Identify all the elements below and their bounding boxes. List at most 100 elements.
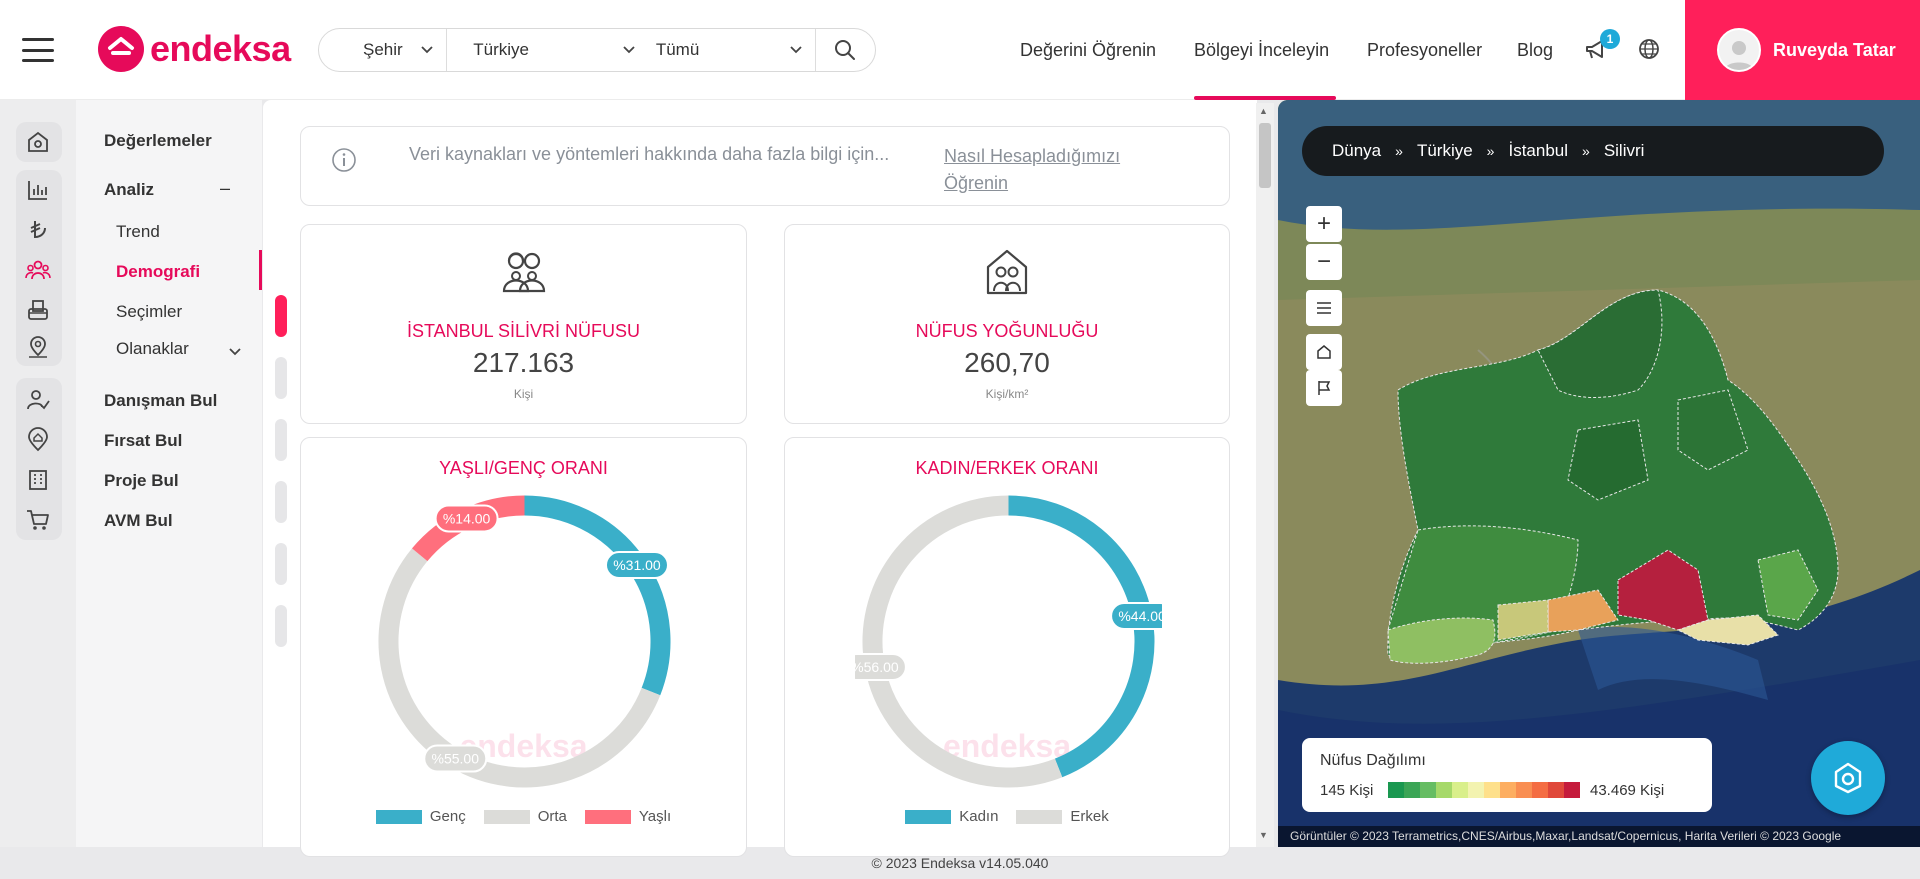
- home-button[interactable]: [1306, 334, 1342, 370]
- house-icon: [1317, 345, 1331, 359]
- section-dot[interactable]: [275, 605, 287, 647]
- gender-donut-chart: %44.00 %56.00: [855, 495, 1162, 788]
- stat-title: İSTANBUL SİLİVRİ NÜFUSU: [406, 321, 641, 341]
- legend-color-step: [1420, 782, 1436, 798]
- menu-find-mall[interactable]: AVM Bul: [104, 511, 173, 531]
- advisor-icon[interactable]: [22, 384, 54, 416]
- section-dot[interactable]: [275, 419, 287, 461]
- globe-icon[interactable]: [1638, 38, 1660, 60]
- chevron-down-icon[interactable]: [228, 344, 242, 358]
- deal-icon[interactable]: [22, 424, 54, 456]
- menu-valuations[interactable]: Değerlemeler: [104, 131, 212, 151]
- cart-icon[interactable]: [22, 504, 54, 536]
- search-type-select[interactable]: Şehir: [319, 29, 446, 71]
- flag-icon: [1318, 381, 1331, 395]
- legend-item[interactable]: Yaşlı: [584, 808, 672, 825]
- nav-link-value[interactable]: Değerini Öğrenin: [1020, 40, 1156, 61]
- donut-slice[interactable]: [1008, 495, 1155, 778]
- donut-data-label: %56.00: [855, 652, 907, 681]
- breadcrumb-item[interactable]: İstanbul: [1508, 141, 1568, 161]
- legend-min: 145 Kişi: [1320, 782, 1374, 799]
- scrollbar[interactable]: [1256, 103, 1274, 847]
- data-label-text: %31.00: [613, 557, 661, 573]
- nav-link-region[interactable]: Bölgeyi İnceleyin: [1194, 40, 1329, 61]
- zoom-in-button[interactable]: +: [1306, 206, 1342, 242]
- legend-color-step: [1404, 782, 1420, 798]
- legend-label: Orta: [537, 808, 567, 825]
- legend-color-step: [1468, 782, 1484, 798]
- search-button[interactable]: [815, 29, 875, 71]
- scope-select[interactable]: Tümü: [648, 29, 815, 71]
- chevron-down-icon: [789, 46, 802, 54]
- legend-item[interactable]: Erkek: [1016, 808, 1109, 825]
- scope-value: Tümü: [655, 40, 700, 59]
- breadcrumb-separator: »: [1486, 143, 1495, 159]
- nav-link-pros[interactable]: Profesyoneller: [1367, 40, 1482, 61]
- menu-find-project[interactable]: Proje Bul: [104, 471, 179, 491]
- chart-title: KADIN/ERKEK ORANI: [915, 458, 1099, 478]
- flag-button[interactable]: [1306, 370, 1342, 406]
- search-icon: [835, 40, 856, 60]
- legend-color-step: [1500, 782, 1516, 798]
- menu-icon[interactable]: [22, 38, 54, 62]
- map-action-button[interactable]: [1811, 741, 1885, 815]
- menu-elections[interactable]: Seçimler: [116, 302, 182, 322]
- scroll-down-icon[interactable]: ▼: [1259, 830, 1268, 840]
- legend-color-step: [1548, 782, 1564, 798]
- user-menu[interactable]: Ruveyda Tatar: [1685, 0, 1920, 100]
- bar-chart-icon[interactable]: [22, 174, 54, 206]
- legend-color-step: [1532, 782, 1548, 798]
- breadcrumb-item[interactable]: Silivri: [1604, 141, 1645, 161]
- legend-label: Kadın: [959, 808, 999, 825]
- donut-data-label: %31.00: [604, 551, 669, 580]
- section-dot[interactable]: [275, 481, 287, 523]
- layers-button[interactable]: [1306, 290, 1342, 326]
- building-icon[interactable]: [22, 464, 54, 496]
- list-icon: [1317, 302, 1331, 314]
- breadcrumb-separator: »: [1582, 143, 1590, 159]
- menu-trend[interactable]: Trend: [116, 222, 160, 242]
- menu-find-agent[interactable]: Danışman Bul: [104, 391, 217, 411]
- scroll-up-icon[interactable]: ▲: [1259, 106, 1268, 116]
- gender-ratio-card: KADIN/ERKEK ORANI endeksa %44.00 %56.00 K…: [784, 437, 1230, 857]
- donut-slice[interactable]: [862, 495, 1063, 788]
- breadcrumb-item[interactable]: Türkiye: [1417, 141, 1473, 161]
- country-select[interactable]: Türkiye: [447, 29, 648, 71]
- nav-link-blog[interactable]: Blog: [1517, 40, 1553, 61]
- lira-icon[interactable]: [22, 214, 54, 246]
- location-search-bar: Şehir Türkiye Tümü: [318, 28, 876, 72]
- legend-swatch: [905, 809, 952, 824]
- section-dot[interactable]: [275, 543, 287, 585]
- legend-item[interactable]: Kadın: [905, 808, 998, 825]
- section-dot[interactable]: [275, 295, 287, 337]
- legend-label: Yaşlı: [638, 808, 672, 825]
- satellite-map[interactable]: [1278, 100, 1920, 847]
- scrollbar-thumb[interactable]: [1259, 123, 1271, 188]
- location-pin-icon[interactable]: [22, 332, 54, 364]
- menu-amenities[interactable]: Olanaklar: [116, 339, 189, 359]
- legend-item[interactable]: Genç: [375, 808, 466, 825]
- color-scale: [1388, 782, 1580, 798]
- collapse-toggle[interactable]: –: [220, 178, 230, 199]
- menu-analysis[interactable]: Analiz: [104, 180, 154, 200]
- zoom-out-button[interactable]: −: [1306, 244, 1342, 280]
- menu-find-deal[interactable]: Fırsat Bul: [104, 431, 182, 451]
- logo[interactable]: endeksa: [98, 26, 291, 72]
- legend-swatch: [584, 809, 631, 824]
- stat-unit: Kişi/km²: [985, 387, 1029, 401]
- legend-color-step: [1564, 782, 1580, 798]
- ballot-box-icon[interactable]: [22, 294, 54, 326]
- breadcrumb-item[interactable]: Dünya: [1332, 141, 1381, 161]
- map-panel[interactable]: Dünya » Türkiye » İstanbul » Silivri + − Nüfus…: [1278, 100, 1920, 847]
- donut-slice[interactable]: [524, 495, 671, 696]
- population-legend: Nüfus Dağılımı 145 Kişi 43.469 Kişi: [1302, 738, 1712, 812]
- logo-text: endeksa: [150, 28, 291, 69]
- valuation-home-icon[interactable]: [22, 126, 54, 158]
- menu-demography[interactable]: Demografi: [116, 262, 200, 282]
- stat-value: 260,70: [964, 347, 1050, 378]
- people-icon[interactable]: [22, 254, 54, 286]
- section-dot[interactable]: [275, 357, 287, 399]
- legend-item[interactable]: Orta: [483, 808, 567, 825]
- donut-slice[interactable]: [378, 548, 661, 788]
- methodology-link[interactable]: Nasıl Hesapladığımızı Öğrenin: [944, 143, 1144, 197]
